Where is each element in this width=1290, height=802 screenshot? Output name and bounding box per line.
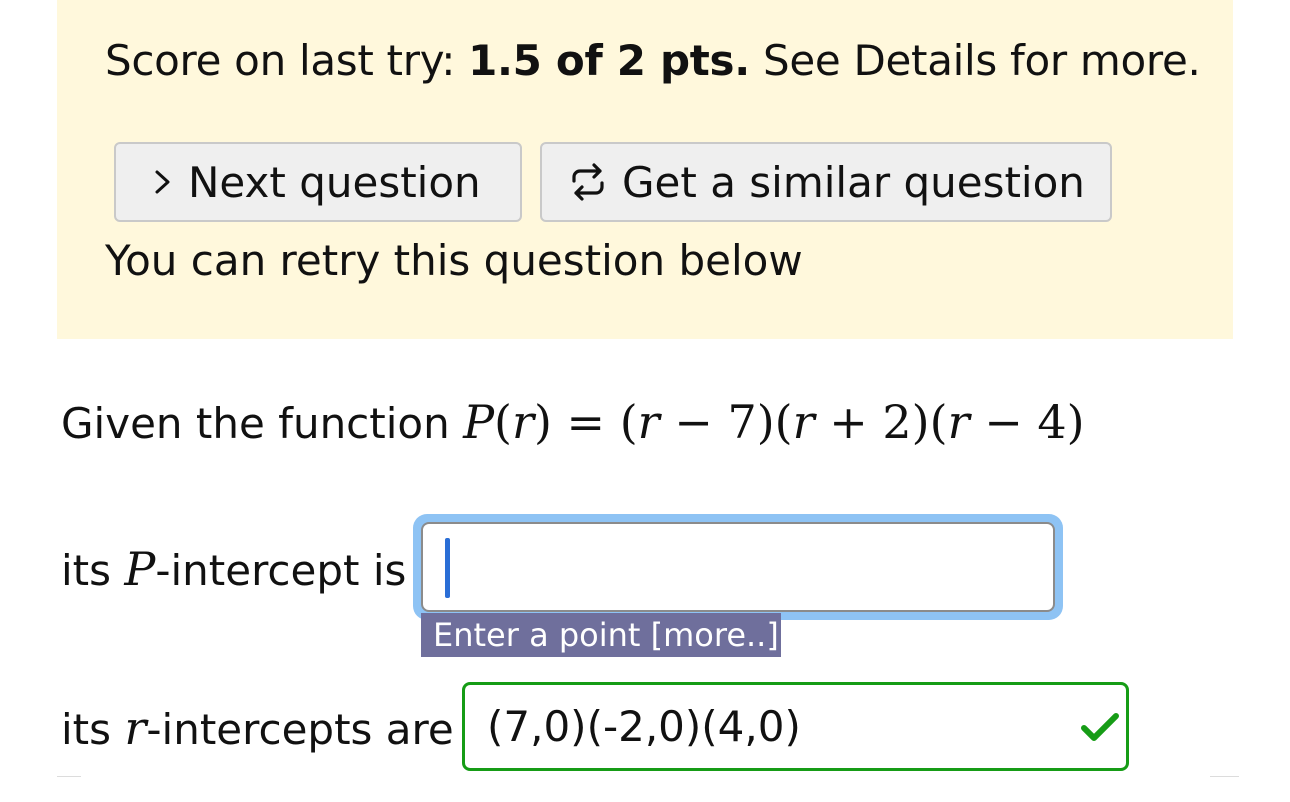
rhs-part: − 4) (969, 395, 1085, 449)
p-intercept-label: its P-intercept is (61, 543, 406, 597)
p-variable: P (124, 542, 156, 596)
score-banner: Score on last try: 1.5 of 2 pts. See Det… (57, 0, 1233, 339)
score-value: 1.5 of 2 pts. (468, 36, 750, 85)
question-intro: Given the function (61, 399, 464, 448)
p-intercept-focus-ring (413, 514, 1063, 620)
label-suffix: -intercept is (155, 546, 407, 595)
label-suffix: -intercepts are (146, 705, 454, 754)
r-intercepts-label: its r-intercepts are (61, 702, 454, 756)
retry-message: You can retry this question below (105, 236, 803, 285)
r-intercepts-value: (7,0)(-2,0)(4,0) (487, 702, 801, 751)
rhs-part: ( (619, 395, 638, 449)
r-intercepts-input[interactable]: (7,0)(-2,0)(4,0) (462, 682, 1129, 771)
function-expression: P(r) = (r − 7)(r + 2)(r − 4) (463, 395, 1085, 449)
p-intercept-input[interactable] (421, 522, 1055, 612)
rhs-var: r (947, 395, 970, 449)
chevron-right-icon (152, 167, 174, 197)
score-summary: Score on last try: 1.5 of 2 pts. See Det… (105, 36, 1201, 86)
divider-right (1210, 776, 1239, 777)
function-name: P (463, 395, 495, 449)
repeat-arrows-icon (568, 163, 608, 201)
next-question-label: Next question (188, 157, 481, 207)
similar-question-label: Get a similar question (622, 157, 1085, 207)
rhs-var: r (637, 395, 660, 449)
label-prefix: its (61, 546, 125, 595)
score-prefix: Score on last try: (105, 36, 469, 85)
text-caret (445, 538, 450, 598)
label-prefix: its (61, 705, 125, 754)
score-suffix: See Details for more. (749, 36, 1201, 85)
similar-question-button[interactable]: Get a similar question (540, 142, 1112, 222)
enter-point-hint[interactable]: Enter a point [more..] (421, 613, 781, 657)
divider-left (57, 776, 81, 777)
function-variable: r (511, 395, 534, 449)
rhs-part: − 7)( (659, 395, 793, 449)
rhs-part: + 2)( (814, 395, 948, 449)
next-question-button[interactable]: Next question (114, 142, 522, 222)
checkmark-icon (1080, 711, 1120, 747)
r-variable: r (124, 701, 147, 755)
question-text: Given the function P(r) = (r − 7)(r + 2)… (61, 396, 1085, 450)
rhs-var: r (792, 395, 815, 449)
